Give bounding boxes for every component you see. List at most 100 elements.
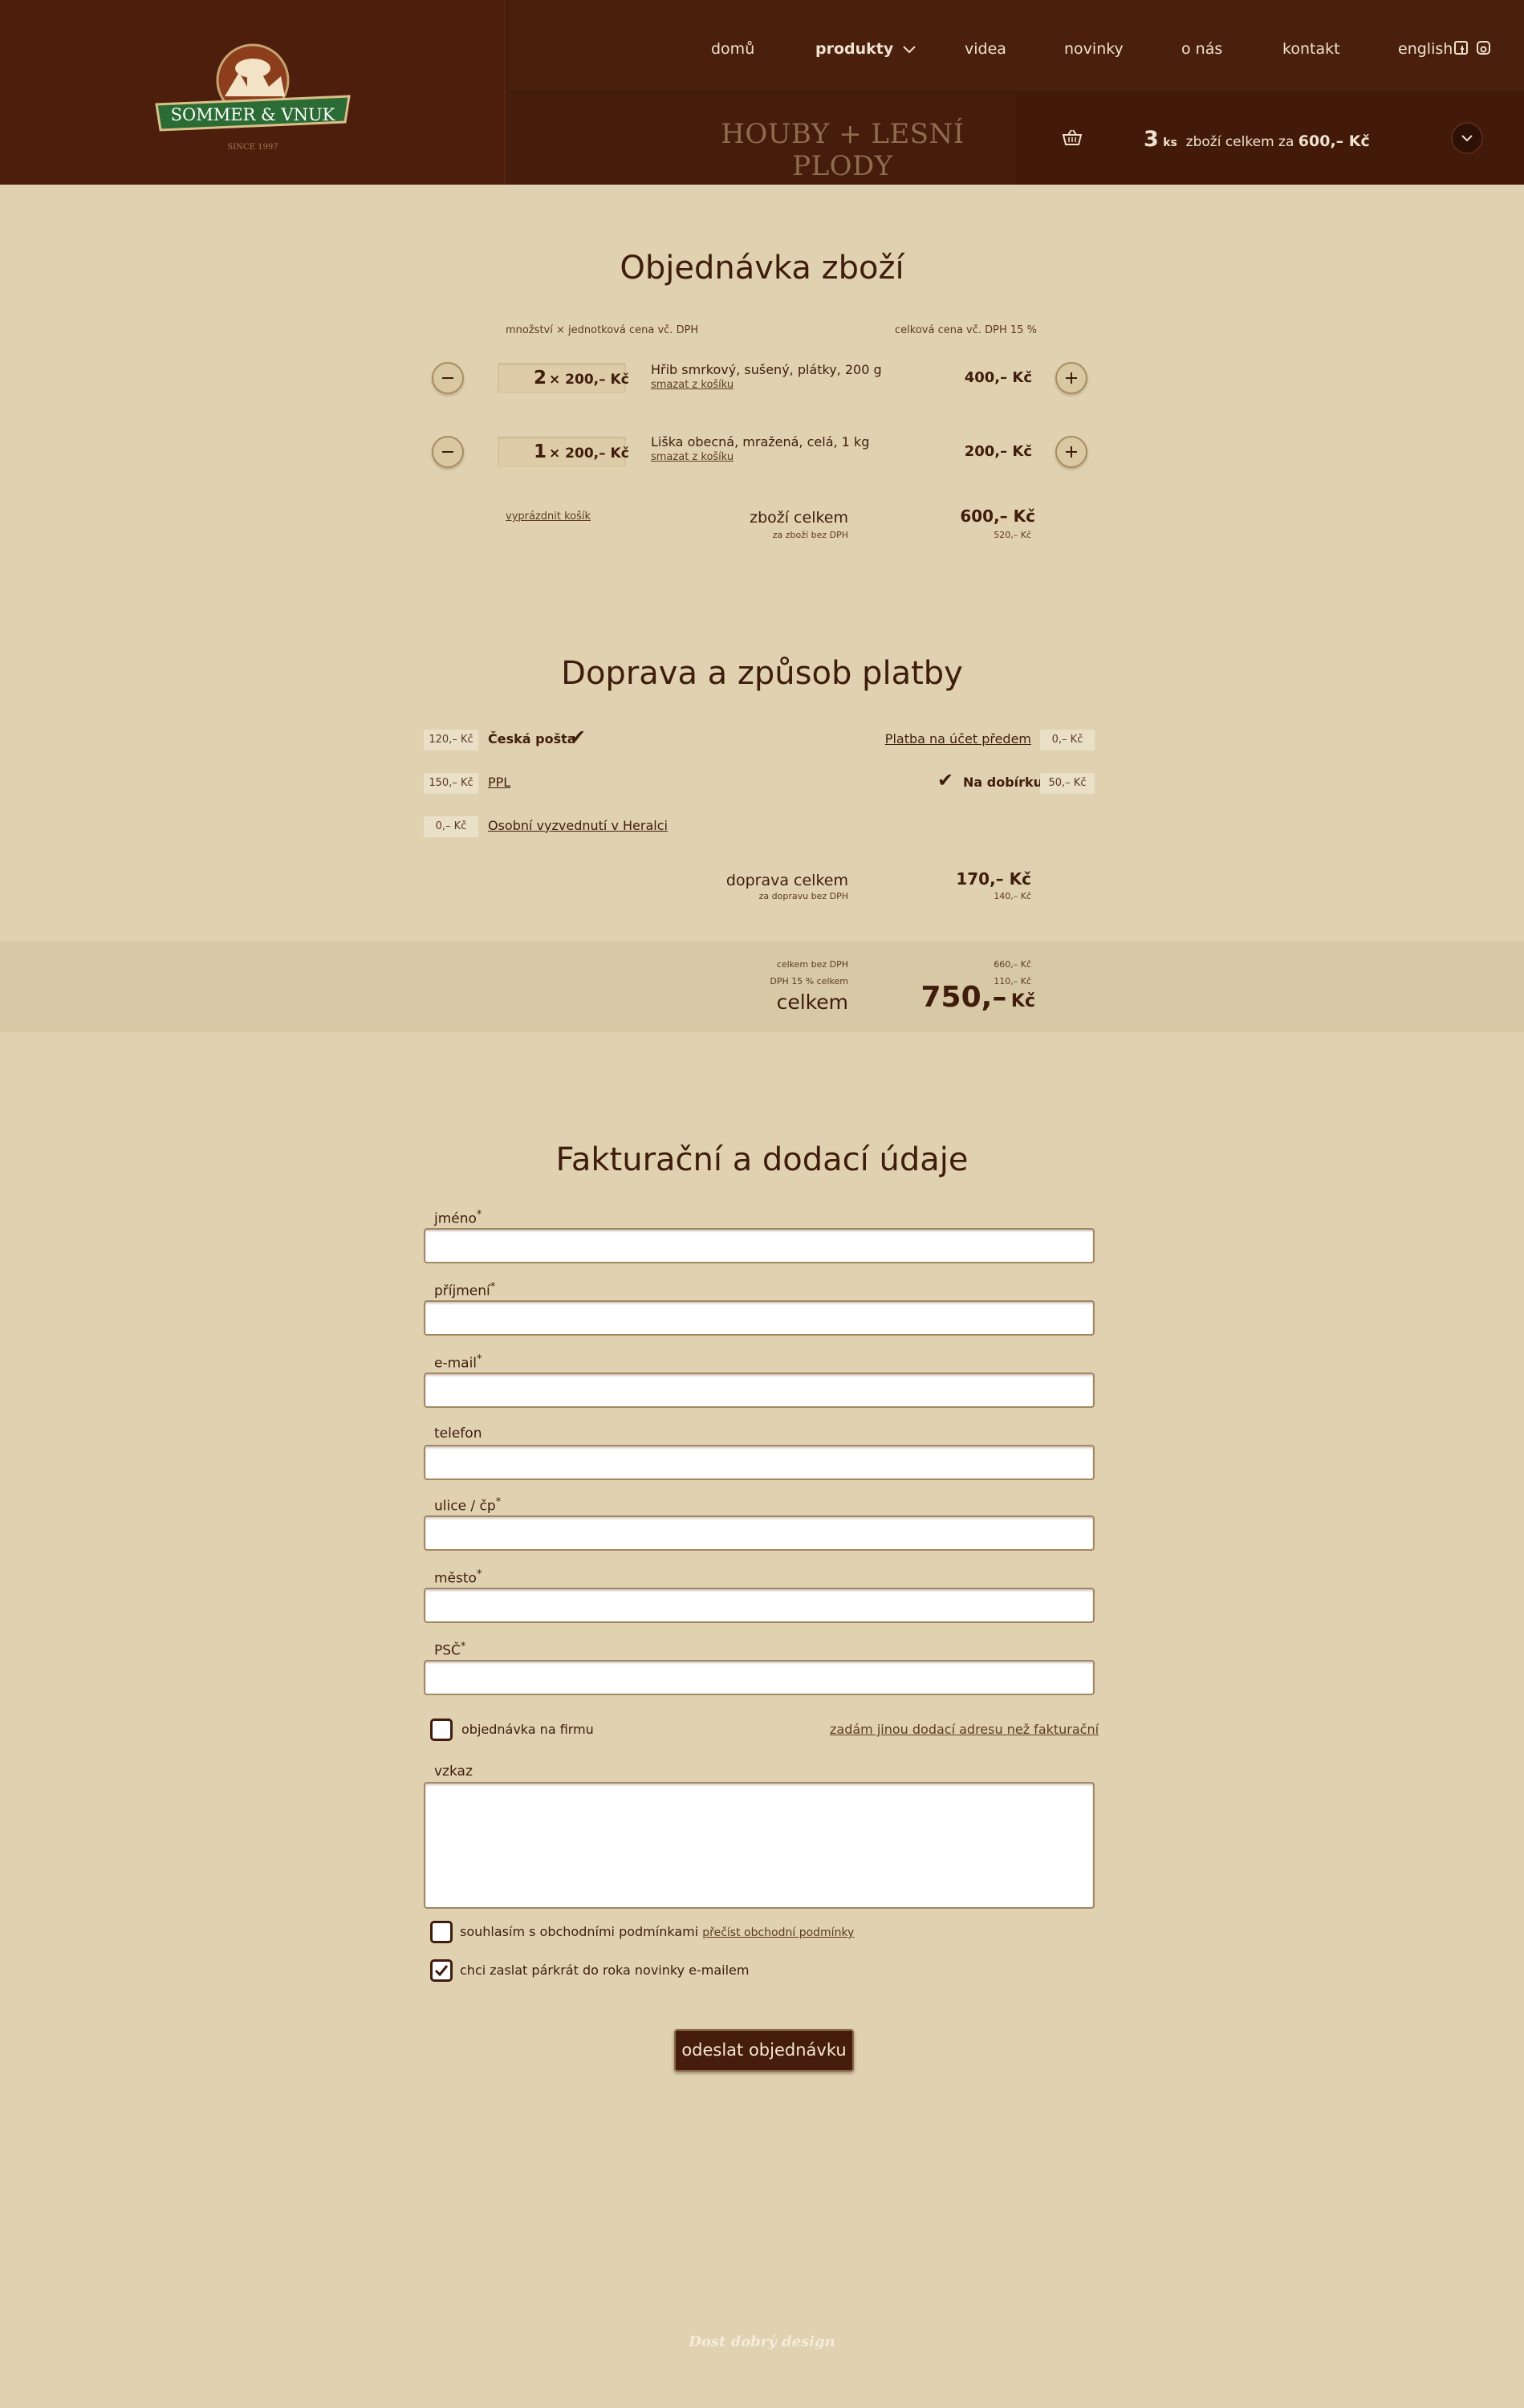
nav-bar (508, 0, 1524, 92)
last-name-label: příjmení* (434, 1281, 496, 1300)
terms-link[interactable]: přečíst obchodní podmínky (702, 1926, 854, 1939)
message-textarea[interactable] (424, 1782, 1095, 1909)
shipping-price: 150,– Kč (424, 773, 478, 794)
last-name-field[interactable] (424, 1300, 1095, 1336)
unit-price: × 200,– Kč (549, 445, 629, 462)
unit-price: × 200,– Kč (549, 372, 629, 388)
product-name: Hřib smrkový, sušený, plátky, 200 g (651, 362, 882, 377)
net-total-label: celkem bez DPH (776, 959, 848, 970)
submit-order-button[interactable]: odeslat objednávku (674, 2029, 854, 2072)
other-address-link[interactable]: zadám jinou dodací adresu než fakturační (830, 1722, 1099, 1737)
cart-summary[interactable]: 3 ks zboží celkem za 600,– Kč (1144, 127, 1370, 152)
cart-unit: ks (1163, 136, 1177, 149)
shipping-option-ceska-posta[interactable]: Česká pošta (488, 731, 576, 746)
street-field[interactable] (424, 1515, 1095, 1551)
plus-icon (1066, 372, 1077, 384)
cart-text: zboží celkem za (1185, 134, 1294, 150)
quantity-stepper[interactable]: 2 × 200,– Kč (498, 363, 629, 393)
item-total: 400,– Kč (964, 369, 1032, 386)
shipping-option-ppl[interactable]: PPL (488, 775, 510, 790)
nav-item-home[interactable]: domů (711, 40, 754, 58)
logo-text: SOMMER & VNUK (171, 105, 335, 124)
decrease-qty-button[interactable] (432, 362, 464, 394)
shipping-title: Doprava a způsob platby (561, 655, 963, 692)
increase-qty-button[interactable] (1055, 362, 1087, 394)
shipping-total-net: 140,– Kč (994, 891, 1031, 901)
quantity-value: 2 (534, 368, 547, 388)
minus-icon (442, 451, 453, 453)
total-band (0, 942, 1524, 1032)
phone-field[interactable] (424, 1445, 1095, 1480)
payment-option-prepay[interactable]: Platba na účet předem (879, 731, 1031, 746)
company-checkbox[interactable] (430, 1719, 453, 1741)
newsletter-label: chci zaslat párkrát do roka novinky e-ma… (460, 1963, 750, 1978)
facebook-icon[interactable] (1454, 41, 1468, 55)
shipping-price: 120,– Kč (424, 730, 478, 750)
grand-total-label: celkem (776, 990, 848, 1014)
nav-item-products[interactable]: produkty (815, 40, 916, 58)
nav-item-videos[interactable]: videa (965, 40, 1006, 58)
check-icon: ✔ (937, 769, 954, 791)
nav-item-about[interactable]: o nás (1181, 40, 1222, 58)
street-label: ulice / čp* (434, 1496, 502, 1515)
grand-total: 750,– Kč (875, 981, 1036, 1014)
chevron-down-icon (903, 45, 916, 53)
empty-cart-link[interactable]: vyprázdnit košík (506, 510, 591, 523)
vat-total-label: DPH 15 % celkem (770, 976, 848, 986)
decrease-qty-button[interactable] (432, 436, 464, 468)
remove-item-link[interactable]: smazat z košíku (651, 451, 734, 463)
goods-total: 600,– Kč (960, 506, 1035, 526)
terms-checkbox[interactable] (430, 1921, 453, 1943)
shipping-total: 170,– Kč (956, 869, 1031, 889)
first-name-field[interactable] (424, 1228, 1095, 1263)
chevron-down-icon (1461, 135, 1473, 142)
goods-total-sub: za zboží bez DPH (772, 530, 848, 540)
message-label: vzkaz (434, 1763, 473, 1780)
payment-price: 50,– Kč (1040, 773, 1095, 794)
check-icon (434, 1965, 449, 1977)
billing-title: Fakturační a dodací údaje (555, 1141, 969, 1178)
col-header-total: celková cena vč. DPH 15 % (895, 324, 1037, 336)
payment-option-cod[interactable]: Na dobírku (963, 775, 1042, 790)
nav-item-contact[interactable]: kontakt (1282, 40, 1340, 58)
item-total: 200,– Kč (964, 443, 1032, 460)
plus-icon (1066, 446, 1077, 458)
cart-dropdown-button[interactable] (1451, 122, 1483, 154)
phone-label: telefon (434, 1426, 482, 1442)
city-label: město* (434, 1568, 482, 1587)
city-field[interactable] (424, 1588, 1095, 1623)
increase-qty-button[interactable] (1055, 436, 1087, 468)
footer-credit[interactable]: Dost dobrý design (0, 2333, 1524, 2350)
grand-total-amount: 750,– (920, 981, 1007, 1014)
cart-count: 3 (1144, 127, 1159, 152)
zip-field[interactable] (424, 1660, 1095, 1695)
nav-item-news[interactable]: novinky (1064, 40, 1124, 58)
payment-price: 0,– Kč (1040, 730, 1095, 750)
logo[interactable]: SOMMER & VNUK SINCE 1997 (152, 40, 353, 157)
email-field[interactable] (424, 1373, 1095, 1408)
minus-icon (442, 377, 453, 379)
grand-total-currency: Kč (1010, 991, 1035, 1011)
cart-total: 600,– Kč (1298, 132, 1370, 150)
zip-label: PSČ* (434, 1641, 466, 1659)
quantity-stepper[interactable]: 1 × 200,– Kč (498, 437, 629, 467)
remove-item-link[interactable]: smazat z košíku (651, 379, 734, 391)
product-name: Liška obecná, mražená, celá, 1 kg (651, 434, 870, 449)
email-label: e-mail* (434, 1353, 482, 1372)
goods-total-label: zboží celkem (750, 509, 848, 527)
terms-label: souhlasím s obchodními podmínkami přečís… (460, 1924, 854, 1939)
logo-since: SINCE 1997 (227, 143, 278, 152)
first-name-label: jméno* (434, 1209, 482, 1227)
quantity-value: 1 (534, 441, 547, 462)
col-header-qty: množství × jednotková cena vč. DPH (506, 324, 699, 336)
category-title: HOUBY + LESNÍ PLODY (721, 118, 965, 182)
instagram-icon[interactable] (1477, 41, 1490, 55)
nav-item-products-label: produkty (815, 40, 894, 58)
shipping-option-pickup[interactable]: Osobní vyzvednutí v Heralci (488, 818, 668, 833)
basket-icon[interactable] (1062, 128, 1083, 149)
newsletter-checkbox[interactable] (430, 1959, 453, 1982)
order-title: Objednávka zboží (620, 250, 904, 287)
check-icon: ✔ (570, 726, 587, 748)
language-switch[interactable]: english (1398, 40, 1453, 58)
net-total: 660,– Kč (994, 959, 1031, 970)
